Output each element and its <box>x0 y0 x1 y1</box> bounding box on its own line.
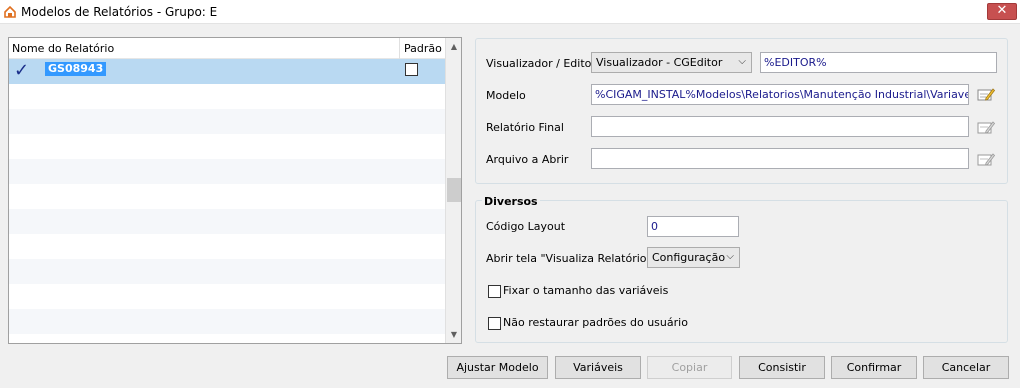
chevron-down-icon: ⌵ <box>726 251 734 262</box>
app-logo-icon <box>3 5 17 19</box>
browse-open-file-icon[interactable] <box>977 151 995 167</box>
scroll-up-arrow-icon[interactable]: ▲ <box>446 38 461 55</box>
model-path-input[interactable]: %CIGAM_INSTAL%Modelos\Relatorios\Manuten… <box>591 84 969 105</box>
open-screen-label: Abrir tela "Visualiza Relatório" <box>486 252 652 265</box>
configuration-panel: Visualizador / Editor Visualizador - CGE… <box>475 38 1008 184</box>
check-button[interactable]: Consistir <box>739 356 825 379</box>
viewer-editor-label: Visualizador / Editor <box>486 57 596 70</box>
table-row[interactable] <box>9 134 445 159</box>
fix-variable-size-checkbox[interactable] <box>488 285 501 298</box>
table-row[interactable] <box>9 309 445 334</box>
table-row[interactable] <box>9 109 445 134</box>
report-name-cell[interactable]: GS08943 <box>45 62 107 76</box>
confirm-button[interactable]: Confirmar <box>831 356 917 379</box>
table-row[interactable] <box>9 84 445 109</box>
open-screen-select[interactable]: Configuração ⌵ <box>647 247 740 268</box>
scroll-down-arrow-icon[interactable]: ▼ <box>446 326 461 343</box>
copy-button[interactable]: Copiar <box>647 356 732 379</box>
column-header-default[interactable]: Padrão <box>404 42 442 55</box>
chevron-down-icon: ⌵ <box>738 56 746 67</box>
close-icon: ✕ <box>996 3 1008 18</box>
diversos-group: Diversos Código Layout 0 Abrir tela "Vis… <box>475 195 1008 343</box>
diversos-title: Diversos <box>482 195 540 208</box>
table-row[interactable]: ✓ GS08943 <box>9 59 445 84</box>
open-file-input[interactable] <box>591 148 969 169</box>
viewer-param-input[interactable]: %EDITOR% <box>760 52 997 73</box>
no-restore-defaults-label[interactable]: Não restaurar padrões do usuário <box>503 316 688 329</box>
table-row[interactable] <box>9 209 445 234</box>
browse-final-report-icon[interactable] <box>977 119 995 135</box>
viewer-editor-value: Visualizador - CGEditor <box>596 56 723 69</box>
open-file-label: Arquivo a Abrir <box>486 153 569 166</box>
row-indicator-check-icon: ✓ <box>14 60 30 81</box>
final-report-input[interactable] <box>591 116 969 137</box>
table-row[interactable] <box>9 159 445 184</box>
variables-button[interactable]: Variáveis <box>555 356 641 379</box>
title-bar: Modelos de Relatórios - Grupo: E ✕ <box>0 0 1020 24</box>
no-restore-defaults-checkbox[interactable] <box>488 317 501 330</box>
model-label: Modelo <box>486 89 526 102</box>
table-row[interactable] <box>9 259 445 284</box>
column-header-name[interactable]: Nome do Relatório <box>12 42 114 55</box>
window-title: Modelos de Relatórios - Grupo: E <box>21 5 218 19</box>
table-row[interactable] <box>9 234 445 259</box>
grid-header: Nome do Relatório Padrão <box>9 38 445 59</box>
final-report-label: Relatório Final <box>486 121 564 134</box>
adjust-model-button[interactable]: Ajustar Modelo <box>447 356 548 379</box>
edit-model-icon[interactable] <box>977 86 995 102</box>
table-row[interactable] <box>9 284 445 309</box>
fix-variable-size-label[interactable]: Fixar o tamanho das variáveis <box>503 284 668 297</box>
open-screen-value: Configuração <box>652 251 726 264</box>
scroll-thumb[interactable] <box>447 178 461 202</box>
layout-code-input[interactable]: 0 <box>647 216 739 237</box>
report-grid[interactable]: Nome do Relatório Padrão ✓ GS08943 ▲ ▼ <box>8 37 462 344</box>
layout-code-label: Código Layout <box>486 220 566 233</box>
viewer-editor-select[interactable]: Visualizador - CGEditor ⌵ <box>591 52 752 73</box>
grid-scrollbar[interactable]: ▲ ▼ <box>445 38 461 343</box>
table-row[interactable] <box>9 184 445 209</box>
column-divider[interactable] <box>399 38 400 59</box>
cancel-button[interactable]: Cancelar <box>923 356 1009 379</box>
default-checkbox[interactable] <box>405 63 418 76</box>
close-button[interactable]: ✕ <box>987 3 1017 20</box>
